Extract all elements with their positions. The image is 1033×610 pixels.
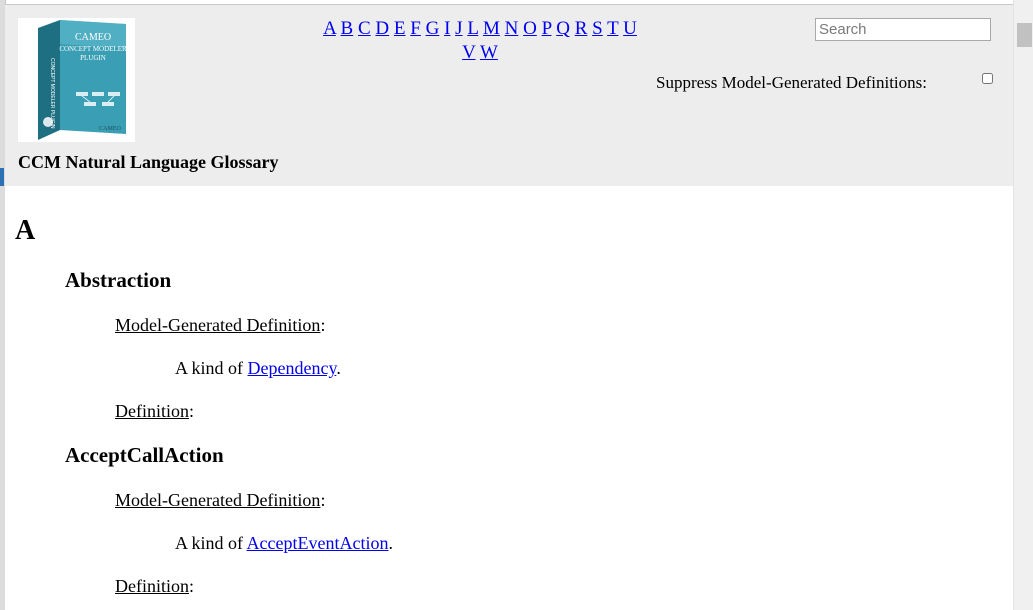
glossary-header: CAMEO CONCEPT MODELER PLUGIN CONCEPT MOD… (5, 4, 1013, 187)
definition-label: Definition: (115, 401, 195, 421)
letter-link-v[interactable]: V (462, 42, 475, 63)
letter-link-j[interactable]: J (455, 18, 462, 39)
term-link-accepteventaction[interactable]: AcceptEventAction (247, 533, 389, 553)
model-generated-definition-text: A kind of AcceptEventAction. (175, 533, 393, 553)
svg-text:PLUGIN: PLUGIN (80, 54, 106, 62)
left-edge-marker (0, 168, 4, 186)
svg-text:CONCEPT MODELER: CONCEPT MODELER (59, 45, 127, 53)
letter-link-r[interactable]: R (575, 18, 588, 39)
letter-link-c[interactable]: C (358, 18, 371, 39)
letter-link-m[interactable]: M (483, 18, 500, 39)
svg-text:CONCEPT MODELER PLUGIN: CONCEPT MODELER PLUGIN (49, 58, 55, 129)
vertical-scrollbar[interactable] (1013, 0, 1033, 610)
letter-link-t[interactable]: T (607, 18, 618, 39)
suppress-definitions-checkbox[interactable] (982, 73, 993, 84)
scrollbar-thumb[interactable] (1017, 23, 1032, 47)
letter-link-l[interactable]: L (467, 18, 478, 39)
alphabet-index: A B C D E F G I J L M N O P Q R S T U V … (305, 17, 655, 65)
suppress-definitions-label: Suppress Model-Generated Definitions: (656, 73, 927, 92)
letter-link-d[interactable]: D (375, 18, 389, 39)
letter-link-s[interactable]: S (592, 18, 603, 39)
definition-label: Definition: (115, 576, 195, 596)
letter-link-w[interactable]: W (480, 42, 498, 63)
letter-link-n[interactable]: N (505, 18, 519, 39)
product-box-image: CAMEO CONCEPT MODELER PLUGIN CONCEPT MOD… (38, 20, 127, 140)
letter-link-b[interactable]: B (341, 18, 354, 39)
model-generated-definition-label: Model-Generated Definition: (115, 490, 326, 510)
term-link-dependency[interactable]: Dependency (248, 358, 337, 378)
glossary-term: AcceptCallAction (65, 443, 224, 467)
cameo-product-logo: CAMEO CONCEPT MODELER PLUGIN CONCEPT MOD… (18, 18, 135, 142)
letter-link-q[interactable]: Q (556, 18, 570, 39)
glossary-term: Abstraction (65, 268, 172, 292)
svg-text:CAMEO: CAMEO (75, 32, 111, 43)
search-input[interactable] (815, 18, 991, 41)
letter-link-u[interactable]: U (623, 18, 637, 39)
letter-link-i[interactable]: I (444, 18, 450, 39)
model-generated-definition-label: Model-Generated Definition: (115, 315, 326, 335)
letter-link-p[interactable]: P (542, 18, 552, 39)
letter-link-g[interactable]: G (426, 18, 440, 39)
letter-link-a[interactable]: A (323, 18, 336, 39)
model-generated-definition-text: A kind of Dependency. (175, 358, 341, 378)
letter-link-o[interactable]: O (523, 18, 537, 39)
letter-link-e[interactable]: E (394, 18, 406, 39)
letter-link-f[interactable]: F (410, 18, 421, 39)
svg-text:CAMEO: CAMEO (99, 126, 121, 132)
letter-section-heading: A (15, 215, 36, 246)
glossary-content: A Abstraction Model-Generated Definition… (5, 186, 1013, 610)
site-title: CCM Natural Language Glossary (18, 152, 279, 172)
